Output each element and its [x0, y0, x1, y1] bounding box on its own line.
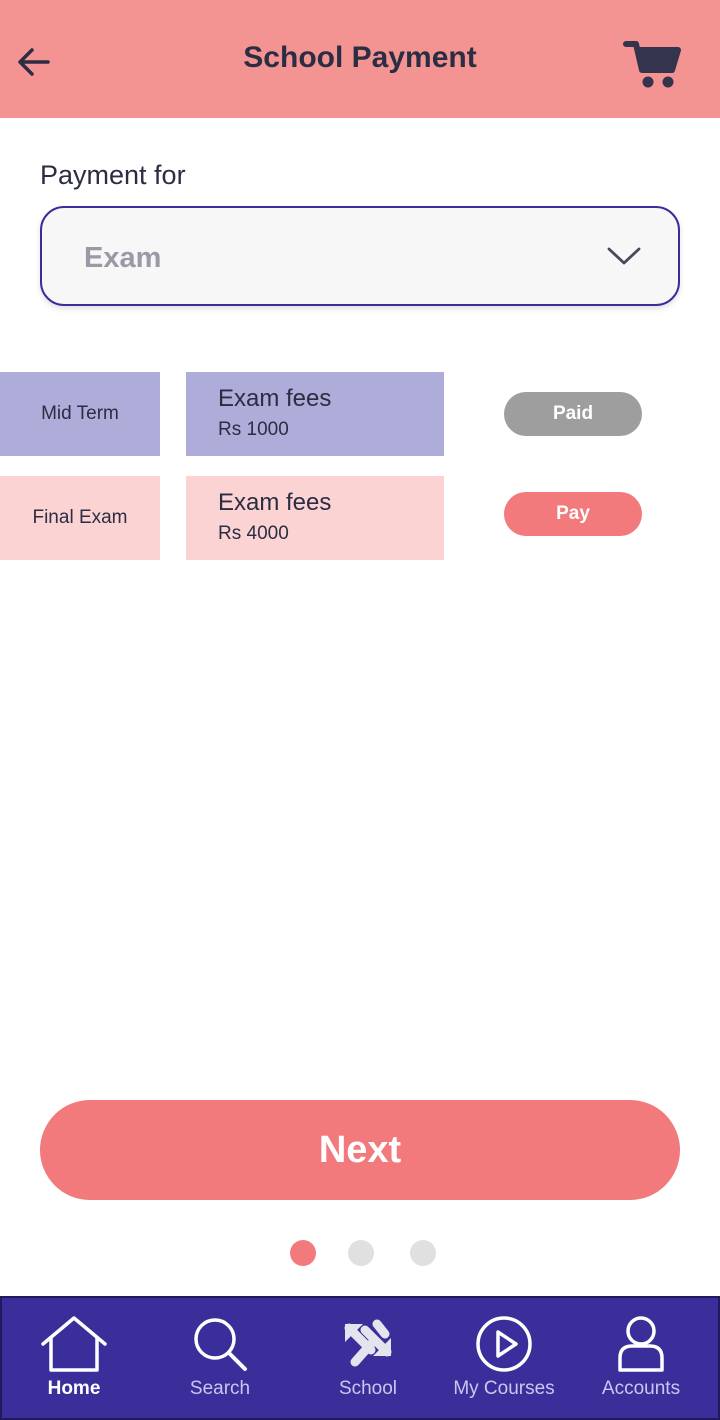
nav-item-school[interactable]: School [296, 1298, 440, 1418]
fee-title: Exam fees [218, 489, 332, 516]
user-icon [618, 1316, 664, 1372]
payment-type-select[interactable]: Exam [40, 206, 680, 306]
cart-icon [623, 41, 681, 88]
pay-button[interactable]: Pay [504, 492, 642, 536]
row-term-mid: Mid Term [0, 372, 160, 456]
nav-label-accounts: Accounts [601, 1378, 681, 1399]
cart-button[interactable] [622, 36, 684, 92]
nav-item-home[interactable]: Home [2, 1298, 146, 1418]
nav-item-my-courses[interactable]: My Courses [432, 1298, 576, 1418]
payment-for-label: Payment for [40, 160, 186, 190]
paid-button[interactable]: Paid [504, 392, 642, 436]
app-header: School Payment [0, 0, 720, 118]
next-button[interactable]: Next [40, 1100, 680, 1200]
nav-label-school: School [338, 1378, 398, 1399]
play-circle-icon [476, 1316, 532, 1372]
nav-label-home: Home [47, 1378, 101, 1399]
fee-title: Exam fees [218, 385, 332, 412]
selected-payment-type: Exam [84, 242, 162, 274]
bottom-navigation: Home Search School My Courses Accounts [0, 1296, 720, 1420]
row-fee-mid: Exam fees Rs 1000 [186, 372, 444, 456]
chevron-down-icon [607, 247, 641, 265]
row-term-final: Final Exam [0, 476, 160, 560]
row-fee-final: Exam fees Rs 4000 [186, 476, 444, 560]
page-dot-2[interactable] [348, 1240, 374, 1266]
nav-item-accounts[interactable]: Accounts [569, 1298, 713, 1418]
search-icon [194, 1318, 247, 1371]
fee-amount: Rs 4000 [218, 523, 289, 544]
page-title: School Payment [243, 41, 477, 74]
nav-label-search: Search [189, 1378, 251, 1399]
home-icon [41, 1316, 107, 1372]
page-dot-3[interactable] [410, 1240, 436, 1266]
nav-item-search[interactable]: Search [148, 1298, 292, 1418]
school-arrows-icon [344, 1319, 392, 1367]
fee-amount: Rs 1000 [218, 419, 289, 440]
nav-label-my-courses: My Courses [453, 1378, 555, 1399]
page-dot-1[interactable] [290, 1240, 316, 1266]
